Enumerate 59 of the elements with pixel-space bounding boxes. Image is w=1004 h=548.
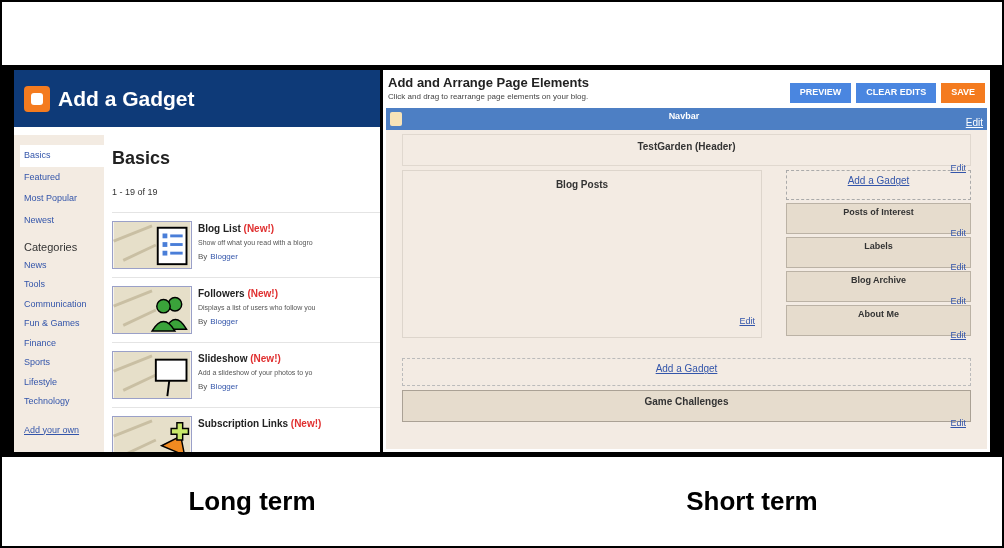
sidebar-item[interactable]: Newest [20,209,104,231]
sidebar-item[interactable]: Most Popular [20,188,104,210]
element-title: Posts of Interest [842,206,915,220]
category-link[interactable]: Tools [20,275,104,295]
byline-label: By [198,316,208,328]
category-link[interactable]: Sports [20,353,104,373]
toolbar-button[interactable]: CLEAR EDITS [856,83,937,103]
gadget-title[interactable]: Slideshow (New!) [198,350,313,366]
category-link[interactable]: Fun & Games [20,314,104,334]
gadget-title[interactable]: Followers (New!) [198,285,316,301]
section-heading: Basics [112,147,172,170]
byline-label: By [198,381,208,393]
result-count: 1 - 19 of 19 [112,186,159,199]
blog-logo-icon [24,85,50,112]
element-title: Game Challenges [643,395,730,410]
sidebar-item[interactable]: Featured [20,166,104,188]
page-element[interactable]: Blog Posts Edit [402,170,762,339]
author-link[interactable]: Blogger [210,316,238,328]
gadget-title[interactable]: Blog List (New!) [198,220,313,236]
category-link[interactable]: Finance [20,333,104,353]
edit-link[interactable]: Edit [739,316,755,327]
author-link[interactable]: Blogger [210,381,238,393]
gadget-title[interactable]: Subscription Links (New!) [198,415,322,431]
element-title: Blog Archive [849,274,908,288]
category-link[interactable]: Communication [20,294,104,314]
edit-link[interactable]: Edit [950,261,966,272]
edit-link[interactable]: Edit [950,227,966,238]
edit-link[interactable]: Edit [950,295,966,306]
navbar-label: Navbar [667,110,701,124]
byline-label: By [198,251,208,263]
category-link[interactable]: News [20,255,104,275]
add-your-own-link[interactable]: Add your own [20,423,104,437]
page-title: Add and Arrange Page Elements [388,75,590,92]
sidebar-item[interactable]: Basics [20,145,104,167]
page-element[interactable]: About Me Edit [786,305,971,337]
add-gadget-zone[interactable]: Add a Gadget [402,358,971,387]
caption: Long term [188,485,316,518]
blog-logo-icon [390,112,402,127]
toolbar-button[interactable]: PREVIEW [789,83,852,103]
add-gadget-link[interactable]: Add a Gadget [655,361,718,386]
edit-link[interactable]: Edit [965,115,983,131]
add-gadget-link[interactable]: Add a Gadget [847,173,910,200]
author-link[interactable]: Blogger [210,251,238,263]
edit-link[interactable]: Edit [950,329,966,340]
element-title: Blog Posts [554,178,610,193]
caption: Short term [686,485,818,518]
page-element[interactable]: Blog Archive Edit [786,271,971,303]
navbar-element[interactable]: Navbar Edit [386,108,987,131]
categories-heading: Categories [23,240,79,255]
window-title: Add a Gadget [58,85,195,112]
element-title: About Me [857,308,900,322]
page-element[interactable]: Labels Edit [786,237,971,269]
page-element[interactable]: Posts of Interest Edit [786,203,971,235]
page-subtitle: Click and drag to rearrange page elements on your blog. [388,91,590,104]
add-gadget-zone[interactable]: Add a Gadget [786,170,971,201]
category-link[interactable]: Technology [20,392,104,412]
element-title: TestGarden (Header) [636,140,737,155]
element-title: Labels [863,240,894,254]
category-link[interactable]: Lifestyle [20,372,104,392]
